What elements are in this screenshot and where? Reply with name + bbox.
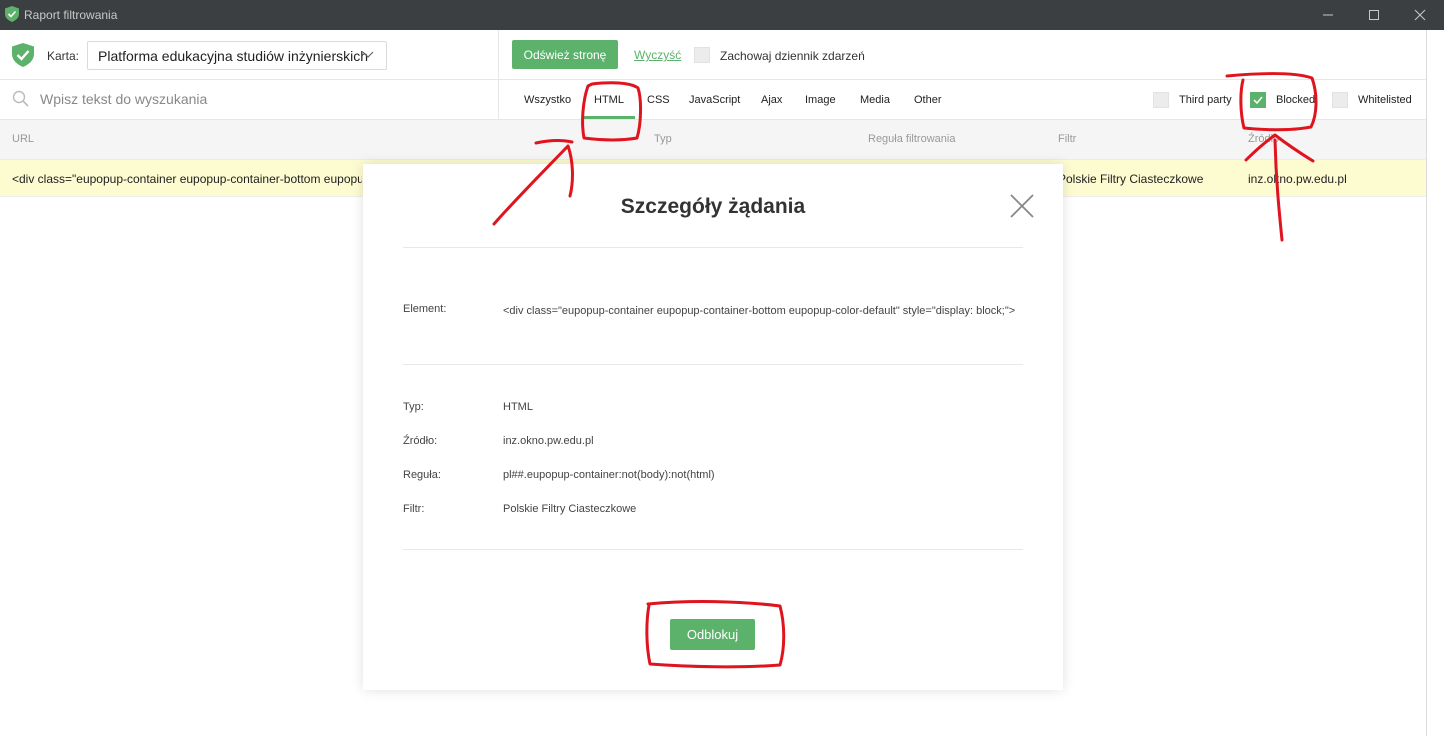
close-icon (1414, 9, 1426, 21)
whitelisted-checkbox[interactable] (1332, 92, 1348, 108)
filter-tab-other[interactable]: Other (914, 94, 942, 106)
title-bar: Raport filtrowania (0, 0, 1444, 30)
column-header-type[interactable]: Typ (654, 133, 672, 145)
maximize-button[interactable] (1351, 0, 1397, 30)
column-header-url[interactable]: URL (12, 133, 34, 145)
element-value: <div class="eupopup-container eupopup-co… (503, 305, 1016, 317)
minimize-icon (1323, 14, 1333, 16)
rule-label: Reguła: (403, 469, 441, 481)
window-title: Raport filtrowania (24, 8, 118, 22)
scrollbar-area[interactable] (1427, 30, 1444, 736)
blocked-label: Blocked (1276, 94, 1316, 106)
type-label: Typ: (403, 401, 424, 413)
shield-check-icon (12, 43, 34, 67)
minimize-button[interactable] (1305, 0, 1351, 30)
filter-tab-all[interactable]: Wszystko (524, 94, 571, 106)
tab-select[interactable]: Platforma edukacyjna studiów inżynierski… (87, 41, 387, 70)
column-header-source[interactable]: Źródło (1248, 133, 1279, 145)
rule-value: pl##.eupopup-container:not(body):not(htm… (503, 469, 715, 481)
clear-link[interactable]: Wyczyść (634, 48, 681, 62)
modal-divider (403, 549, 1023, 550)
refresh-page-button[interactable]: Odśwież stronę (512, 40, 618, 69)
active-tab-indicator (584, 116, 635, 119)
modal-divider (403, 247, 1023, 248)
filter-label: Filtr: (403, 503, 425, 515)
keep-log-label: Zachowaj dziennik zdarzeń (720, 49, 865, 63)
filter-tab-image[interactable]: Image (805, 94, 836, 106)
row-url: <div class="eupopup-container eupopup-co… (12, 172, 362, 186)
search-input[interactable] (40, 86, 480, 112)
third-party-label: Third party (1179, 94, 1232, 106)
modal-divider (403, 364, 1023, 365)
row-source: inz.okno.pw.edu.pl (1248, 172, 1347, 186)
close-button[interactable] (1397, 0, 1443, 30)
source-label: Źródło: (403, 435, 438, 447)
modal-title: Szczegóły żądania (620, 195, 806, 218)
check-icon (1253, 96, 1263, 105)
filter-tab-css[interactable]: CSS (647, 94, 670, 106)
unblock-button[interactable]: Odblokuj (670, 619, 755, 650)
tab-select-value: Platforma edukacyjna studiów inżynierski… (98, 48, 369, 64)
column-header-filter[interactable]: Filtr (1058, 133, 1076, 145)
tab-select-label: Karta: (47, 49, 80, 63)
filter-value: Polskie Filtry Ciasteczkowe (503, 503, 637, 515)
table-header (0, 120, 1426, 160)
row-filter: Polskie Filtry Ciasteczkowe (1058, 172, 1204, 186)
element-label: Element: (403, 303, 447, 315)
keep-log-checkbox[interactable] (694, 47, 710, 63)
source-value: inz.okno.pw.edu.pl (503, 435, 594, 447)
close-icon[interactable] (1009, 193, 1035, 219)
whitelisted-label: Whitelisted (1358, 94, 1412, 106)
type-value: HTML (503, 401, 533, 413)
maximize-icon (1369, 10, 1379, 20)
chevron-down-icon (362, 51, 374, 58)
blocked-checkbox[interactable] (1250, 92, 1266, 108)
filter-tab-ajax[interactable]: Ajax (761, 94, 782, 106)
filter-tab-media[interactable]: Media (860, 94, 890, 106)
shield-icon (5, 6, 19, 22)
filter-tab-html[interactable]: HTML (594, 94, 624, 106)
request-details-modal (363, 164, 1063, 690)
search-icon (12, 90, 29, 107)
column-header-rule[interactable]: Reguła filtrowania (868, 133, 955, 145)
third-party-checkbox[interactable] (1153, 92, 1169, 108)
filter-tab-javascript[interactable]: JavaScript (689, 94, 740, 106)
